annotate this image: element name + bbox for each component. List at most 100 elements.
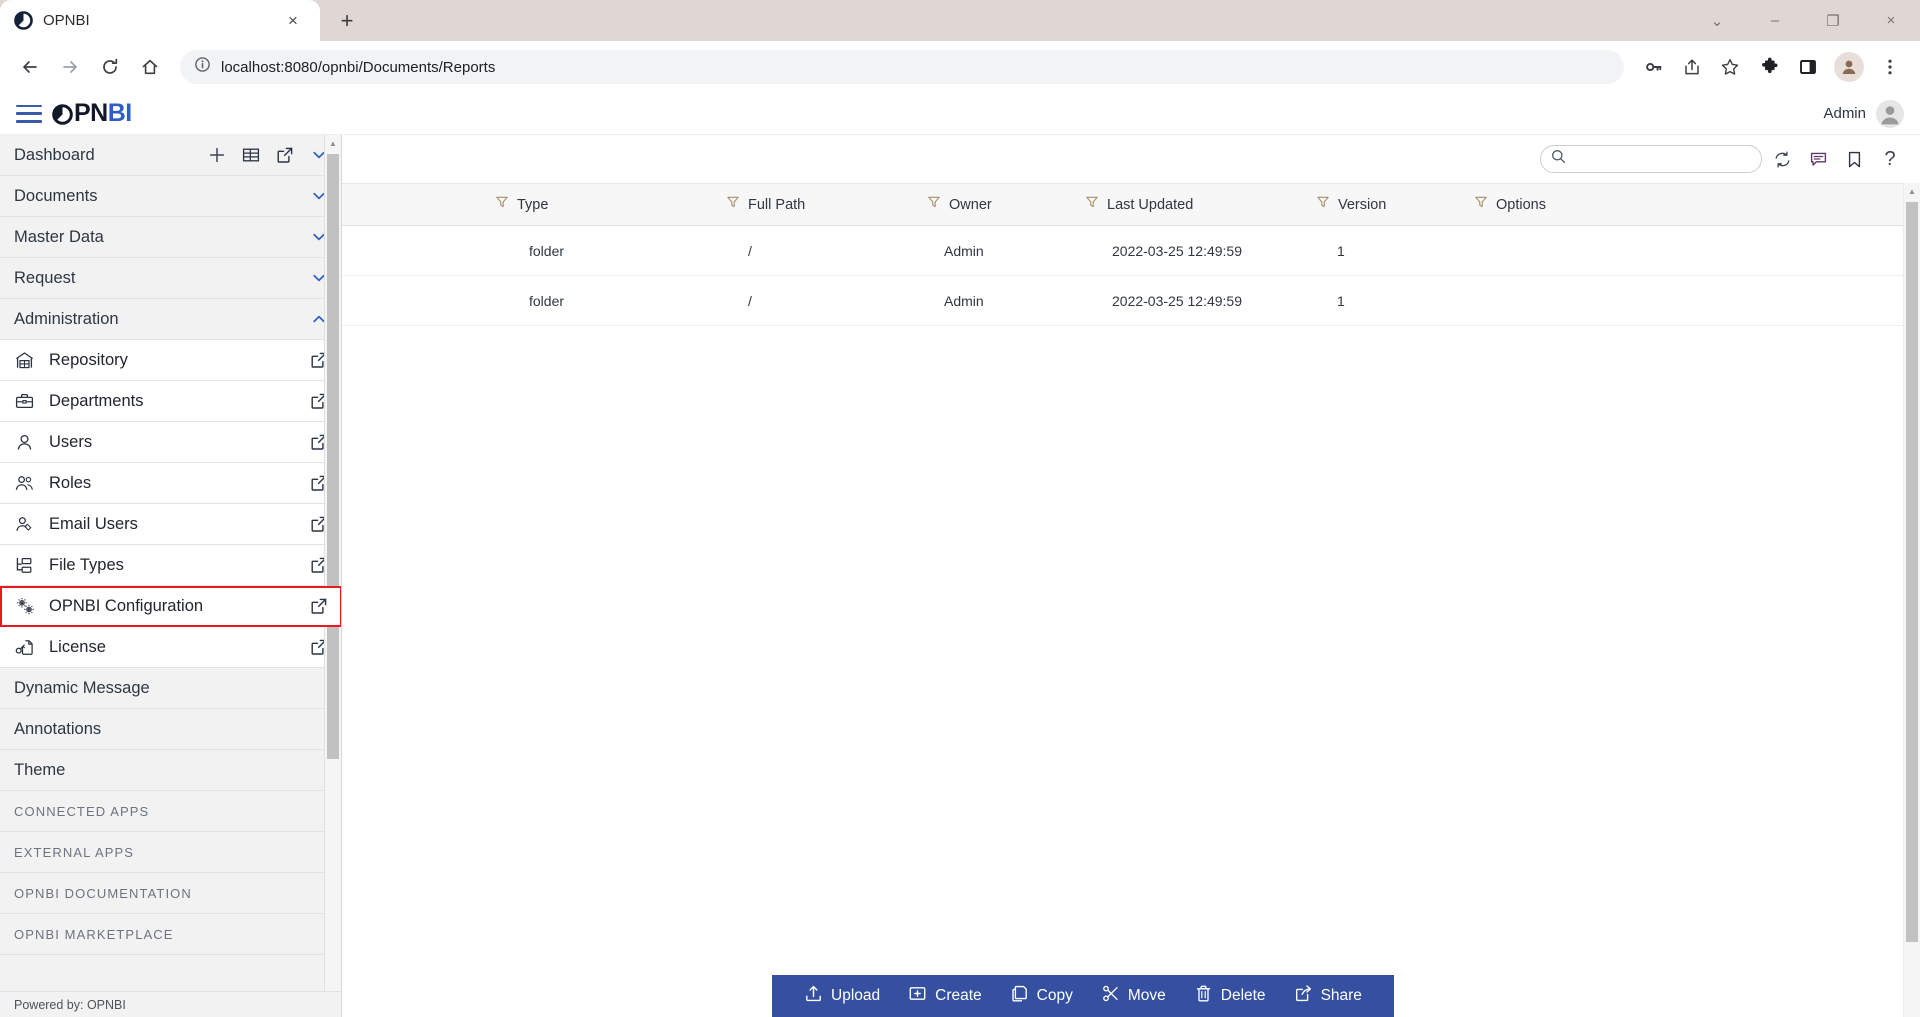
avatar[interactable] — [1876, 99, 1904, 128]
scroll-up-arrow-icon[interactable]: ▲ — [1904, 183, 1920, 200]
sidebar-item-dynamic-message[interactable]: Dynamic Message — [0, 668, 341, 709]
column-header-type[interactable]: Type — [495, 195, 548, 214]
refresh-icon[interactable] — [1766, 143, 1798, 175]
table-wrapper: Type Full Path Owner Last Updated Versio… — [342, 183, 1920, 1017]
help-icon[interactable]: ? — [1874, 143, 1906, 175]
repository-icon — [14, 350, 40, 371]
extensions-puzzle-icon[interactable] — [1752, 49, 1788, 85]
sidebar-item-connected-apps[interactable]: CONNECTED APPS — [0, 791, 341, 832]
sidebar-item-email-users[interactable]: Email Users — [0, 504, 341, 545]
search-input[interactable] — [1540, 145, 1762, 173]
back-icon[interactable] — [12, 49, 48, 85]
minimize-button[interactable]: – — [1746, 0, 1804, 41]
bookmark-star-icon[interactable] — [1712, 49, 1748, 85]
filter-icon[interactable] — [726, 195, 740, 214]
close-window-button[interactable]: × — [1862, 0, 1920, 41]
table-icon[interactable] — [242, 146, 260, 164]
filter-icon[interactable] — [1474, 195, 1488, 214]
copy-button[interactable]: Copy — [996, 975, 1087, 1017]
sidebar-scrollbar[interactable]: ▲ — [324, 135, 341, 991]
sidebar-item-label: File Types — [49, 555, 124, 574]
open-external-icon[interactable] — [276, 146, 294, 164]
sidebar-item-administration[interactable]: Administration — [0, 299, 341, 340]
search-field[interactable] — [1572, 151, 1751, 167]
scissors-icon — [1101, 984, 1120, 1008]
filter-icon[interactable] — [1316, 195, 1330, 214]
sidebar-item-roles[interactable]: Roles — [0, 463, 341, 504]
forward-icon[interactable] — [52, 49, 88, 85]
address-bar[interactable]: localhost:8080/opnbi/Documents/Reports — [180, 50, 1624, 84]
sidebar-item-license[interactable]: License — [0, 627, 341, 668]
tab-close-icon[interactable]: × — [280, 8, 306, 34]
maximize-button[interactable]: ❐ — [1804, 0, 1862, 41]
sidebar-item-master-data[interactable]: Master Data — [0, 217, 341, 258]
column-header-options[interactable]: Options — [1474, 195, 1546, 214]
column-header-owner[interactable]: Owner — [927, 195, 992, 214]
site-info-icon[interactable] — [194, 56, 211, 78]
action-label: Move — [1127, 987, 1166, 1004]
user-tag-icon — [14, 514, 40, 535]
sidebar-item-request[interactable]: Request — [0, 258, 341, 299]
sidebar-item-documents[interactable]: Documents — [0, 176, 341, 217]
delete-button[interactable]: Delete — [1180, 975, 1280, 1017]
column-header-last-updated[interactable]: Last Updated — [1085, 195, 1193, 214]
sidebar-item-opnbi-marketplace[interactable]: OPNBI MARKETPLACE — [0, 914, 341, 955]
create-button[interactable]: Create — [894, 975, 996, 1017]
cell-last-updated: 2022-03-25 12:49:59 — [1112, 292, 1242, 309]
sidebar-item-label: Documents — [14, 186, 98, 205]
column-header-full-path[interactable]: Full Path — [726, 195, 805, 214]
filter-icon[interactable] — [495, 195, 509, 214]
address-bar-text: localhost:8080/opnbi/Documents/Reports — [221, 58, 496, 76]
sidebar-item-dashboard[interactable]: Dashboard — [0, 135, 341, 176]
sidebar-item-opnbi-configuration[interactable]: OPNBI Configuration — [0, 586, 341, 627]
table-header-row: Type Full Path Owner Last Updated Versio… — [342, 183, 1903, 226]
column-header-version[interactable]: Version — [1316, 195, 1386, 214]
opnbi-application: PN BI Admin Dashboard Documents Master D… — [0, 93, 1920, 1017]
tab-title: OPNBI — [43, 12, 90, 29]
home-icon[interactable] — [132, 49, 168, 85]
content-scrollbar-thumb[interactable] — [1906, 202, 1918, 942]
browser-menu-icon[interactable] — [1872, 49, 1908, 85]
cell-owner: Admin — [944, 292, 984, 309]
comment-icon[interactable] — [1802, 143, 1834, 175]
hamburger-icon[interactable] — [16, 104, 42, 123]
sidebar-item-theme[interactable]: Theme — [0, 750, 341, 791]
document-action-bar: Upload Create Copy Move Delete Share — [772, 975, 1394, 1017]
create-folder-icon — [908, 984, 927, 1008]
action-label: Upload — [831, 987, 881, 1004]
sidebar-item-annotations[interactable]: Annotations — [0, 709, 341, 750]
share-button[interactable]: Share — [1280, 975, 1376, 1017]
sidebar-item-external-apps[interactable]: EXTERNAL APPS — [0, 832, 341, 873]
tab-search-chevron-icon[interactable]: ⌄ — [1688, 0, 1746, 41]
new-tab-button[interactable]: + — [330, 4, 364, 38]
share-icon[interactable] — [1674, 49, 1710, 85]
sidebar-item-file-types[interactable]: File Types — [0, 545, 341, 586]
sidebar-item-label: EXTERNAL APPS — [14, 844, 135, 860]
move-button[interactable]: Move — [1087, 975, 1180, 1017]
sidebar-item-opnbi-documentation[interactable]: OPNBI DOCUMENTATION — [0, 873, 341, 914]
opnbi-logo-mark-icon — [52, 103, 73, 125]
profile-avatar[interactable] — [1834, 52, 1864, 82]
sidebar-item-departments[interactable]: Departments — [0, 381, 341, 422]
content-scrollbar[interactable]: ▲ — [1903, 183, 1920, 1017]
app-logo[interactable]: PN BI — [52, 99, 132, 128]
sidebar-item-users[interactable]: Users — [0, 422, 341, 463]
add-icon[interactable] — [208, 146, 226, 164]
open-external-icon[interactable] — [310, 597, 328, 615]
column-header-label: Owner — [949, 196, 992, 213]
scroll-up-arrow-icon[interactable]: ▲ — [325, 135, 341, 152]
side-panel-icon[interactable] — [1790, 49, 1826, 85]
filter-icon[interactable] — [1085, 195, 1099, 214]
reload-icon[interactable] — [92, 49, 128, 85]
sidebar-item-label: Annotations — [14, 719, 102, 738]
table-row[interactable]: folder / Admin 2022-03-25 12:49:59 1 — [342, 226, 1903, 276]
password-key-icon[interactable] — [1636, 49, 1672, 85]
bookmark-icon[interactable] — [1838, 143, 1870, 175]
sidebar-item-repository[interactable]: Repository — [0, 340, 341, 381]
upload-button[interactable]: Upload — [790, 975, 894, 1017]
table-row[interactable]: folder / Admin 2022-03-25 12:49:59 1 — [342, 276, 1903, 326]
browser-tab[interactable]: OPNBI × — [0, 0, 320, 41]
browser-toolbar-right — [1752, 49, 1908, 85]
sidebar-scrollbar-thumb[interactable] — [327, 154, 339, 759]
filter-icon[interactable] — [927, 195, 941, 214]
